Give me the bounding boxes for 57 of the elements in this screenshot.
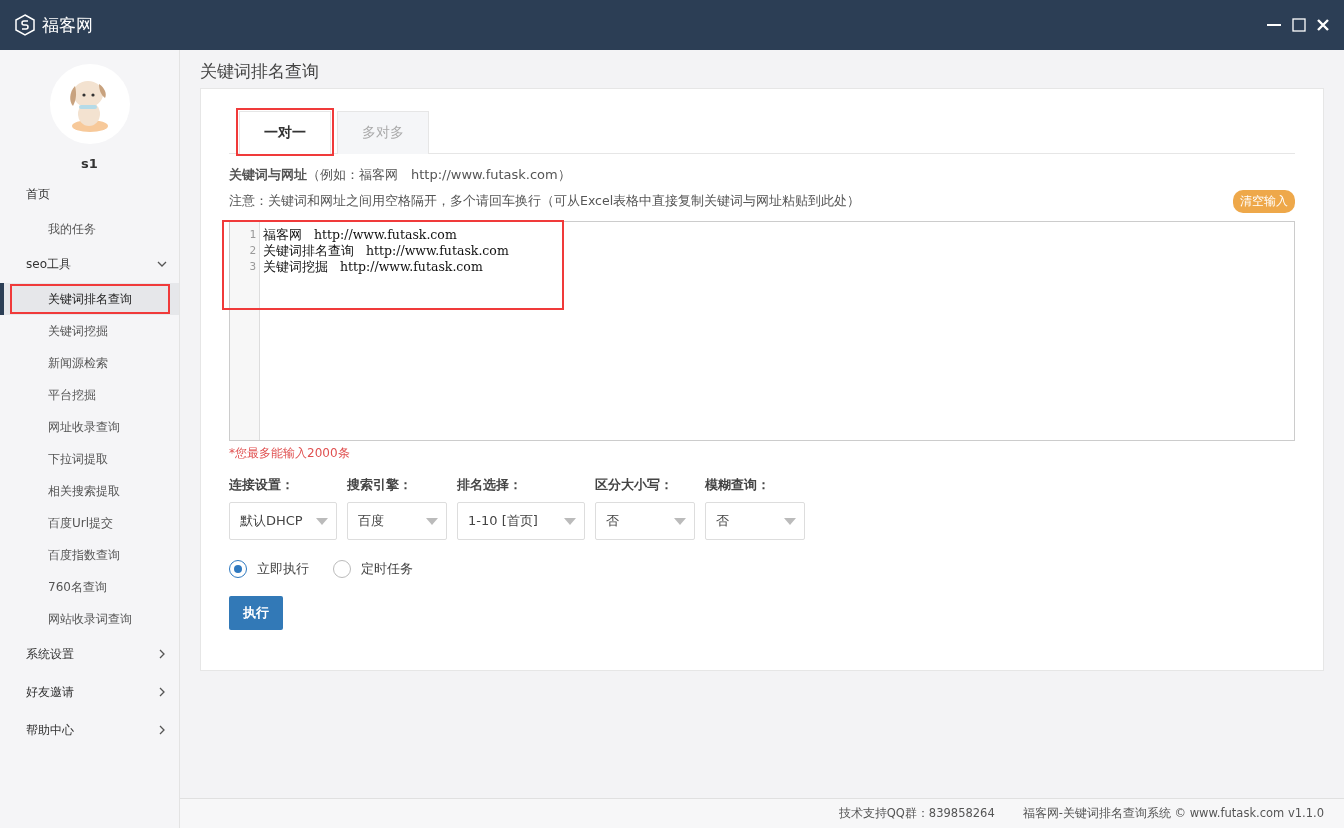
sidebar-item[interactable]: 百度Url提交	[0, 507, 179, 539]
dropdown[interactable]: 1-10 [首页]	[457, 502, 585, 540]
sidebar-section[interactable]: 系统设置	[0, 635, 179, 673]
support-text: 技术支持QQ群：839858264	[838, 806, 995, 821]
sidebar-item[interactable]: 我的任务	[0, 213, 179, 245]
sidebar-section[interactable]: 首页	[0, 175, 179, 213]
line-number: 3	[248, 259, 257, 275]
caret-icon	[316, 517, 328, 525]
dropdown[interactable]: 百度	[347, 502, 447, 540]
sidebar-item[interactable]: 平台挖掘	[0, 379, 179, 411]
chevron-right-icon	[157, 725, 167, 735]
caret-icon	[426, 517, 438, 525]
sidebar-item[interactable]: 关键词挖掘	[0, 315, 179, 347]
sidebar-item[interactable]: 760名查询	[0, 571, 179, 603]
sidebar-section[interactable]: 帮助中心	[0, 711, 179, 749]
line-number: 1	[248, 227, 257, 243]
caret-icon	[674, 517, 686, 525]
editor-line: 福客网 http://www.futask.com	[263, 227, 458, 243]
editor-line: 关键词排名查询 http://www.futask.com	[263, 243, 509, 259]
sidebar-item[interactable]: 网址收录查询	[0, 411, 179, 443]
select-label: 区分大小写：	[595, 476, 674, 494]
chevron-right-icon	[157, 687, 167, 697]
sidebar-item[interactable]: 相关搜索提取	[0, 475, 179, 507]
dropdown[interactable]: 否	[705, 502, 805, 540]
select-label: 连接设置：	[229, 476, 295, 494]
maximize-icon[interactable]	[1292, 18, 1306, 32]
sidebar-section[interactable]: seo工具	[0, 245, 179, 283]
caret-icon	[784, 517, 796, 525]
sidebar-item[interactable]: 下拉词提取	[0, 443, 179, 475]
logo-icon	[14, 14, 36, 36]
copyright-text: 福客网-关键词排名查询系统 © www.futask.com v1.1.0	[1022, 806, 1324, 821]
line-number: 2	[248, 243, 257, 259]
select-label: 模糊查询：	[705, 476, 771, 494]
sidebar-item[interactable]: 网站收录词查询	[0, 603, 179, 635]
limit-note: *您最多能输入2000条	[229, 445, 351, 462]
radio-label: 立即执行	[257, 560, 309, 578]
run-button[interactable]: 执行	[229, 596, 283, 630]
chevron-right-icon	[157, 649, 167, 659]
tab[interactable]: 一对一	[239, 111, 331, 154]
user-name: s1	[80, 156, 99, 171]
caret-icon	[564, 517, 576, 525]
dropdown[interactable]: 默认DHCP	[229, 502, 337, 540]
close-icon[interactable]	[1316, 18, 1330, 32]
note-text: 注意：关键词和网址之间用空格隔开，多个请回车换行（可从Excel表格中直接复制关键词与网址粘贴到此处）	[229, 193, 861, 210]
window-title: 福客网	[42, 13, 93, 37]
select-label: 搜索引擎：	[347, 476, 413, 494]
select-label: 排名选择：	[457, 476, 523, 494]
input-hint: 关键词与网址（例如：福客网 http://www.futask.com）	[229, 166, 572, 184]
chevron-down-icon	[157, 259, 167, 269]
page-title: 关键词排名查询	[200, 60, 320, 83]
dropdown[interactable]: 否	[595, 502, 695, 540]
sidebar-item[interactable]: 新闻源检索	[0, 347, 179, 379]
sidebar-section[interactable]: 好友邀请	[0, 673, 179, 711]
radio-label: 定时任务	[361, 560, 413, 578]
sidebar-item[interactable]: 百度指数查询	[0, 539, 179, 571]
editor-line: 关键词挖掘 http://www.futask.com	[263, 259, 484, 275]
code-editor[interactable]: 1 2 3 福客网 http://www.futask.com 关键词排名查询 http://www.futask.com 关键词挖掘 http://www.futask.com	[229, 221, 1295, 441]
